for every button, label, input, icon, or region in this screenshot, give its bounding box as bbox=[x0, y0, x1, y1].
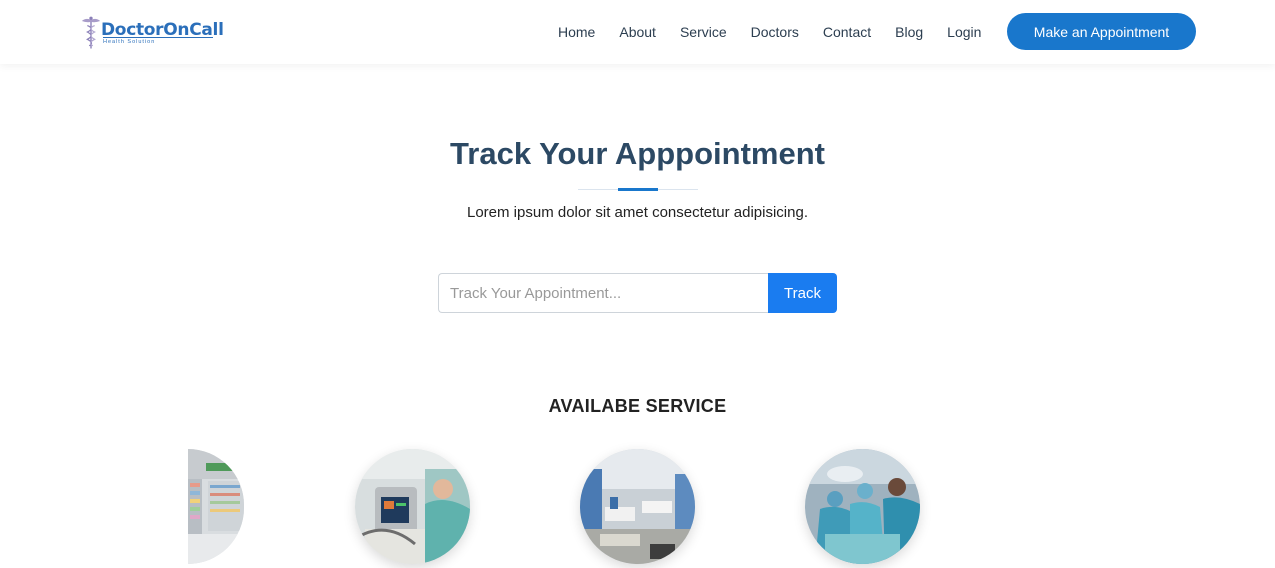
title-divider-accent bbox=[618, 188, 658, 191]
nav-service[interactable]: Service bbox=[680, 24, 727, 40]
nav-home[interactable]: Home bbox=[558, 24, 595, 40]
service-medical-equipment-image[interactable] bbox=[355, 449, 470, 564]
page-title: Track Your Apppointment bbox=[450, 136, 825, 171]
main-nav: Home About Service Doctors Contact Blog … bbox=[546, 0, 993, 64]
track-form: Track bbox=[438, 273, 837, 313]
track-input[interactable] bbox=[438, 273, 768, 313]
site-header: DoctorOnCall Health Solution Home About … bbox=[0, 0, 1275, 64]
nav-doctors[interactable]: Doctors bbox=[751, 24, 799, 40]
make-appointment-button[interactable]: Make an Appointment bbox=[1007, 13, 1196, 50]
logo[interactable]: DoctorOnCall Health Solution bbox=[80, 12, 224, 52]
services-title: AVAILABE SERVICE bbox=[548, 396, 727, 416]
page-subtitle: Lorem ipsum dolor sit amet consectetur a… bbox=[467, 204, 808, 221]
track-button[interactable]: Track bbox=[768, 273, 837, 313]
service-pharmacy-image[interactable] bbox=[188, 449, 244, 564]
nav-blog[interactable]: Blog bbox=[895, 24, 923, 40]
nav-about[interactable]: About bbox=[619, 24, 656, 40]
service-surgery-image[interactable] bbox=[805, 449, 920, 564]
nav-contact[interactable]: Contact bbox=[823, 24, 871, 40]
nav-login[interactable]: Login bbox=[947, 24, 981, 40]
caduceus-icon bbox=[81, 16, 101, 49]
service-hospital-ward-image[interactable] bbox=[580, 449, 695, 564]
logo-name: DoctorOnCall bbox=[101, 20, 224, 40]
